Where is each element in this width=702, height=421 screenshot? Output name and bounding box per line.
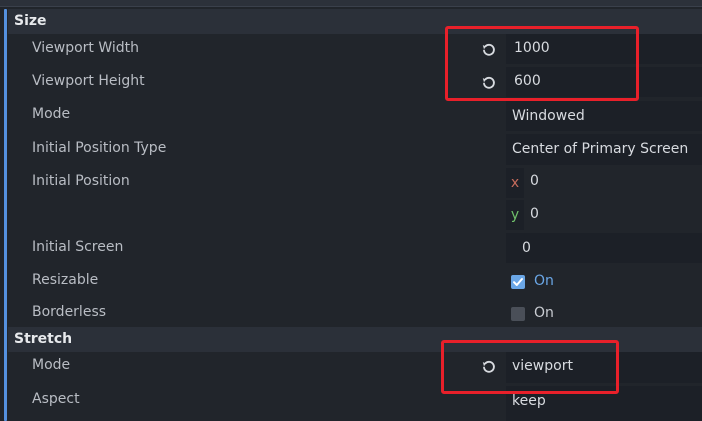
initial-screen-input[interactable]: 0 [506,233,702,263]
viewport-height-input[interactable]: 600 [506,67,702,97]
initial-position-y-axis: y [506,200,524,230]
section-title-stretch: Stretch [14,331,73,347]
viewport-width-label: Viewport Width [32,40,140,56]
row-stretch-mode: Mode viewport [8,352,702,385]
borderless-label: Borderless [32,304,107,320]
stretch-aspect-value: keep [512,393,546,409]
row-initial-position: Initial Position x 0 y 0 [8,166,702,232]
row-resizable: Resizable On [8,265,702,298]
borderless-checkbox[interactable] [511,307,525,321]
initial-position-x-axis: x [506,168,524,198]
window-mode-select[interactable]: Windowed [506,101,702,131]
stretch-mode-select[interactable]: viewport [506,352,702,383]
stretch-mode-value: viewport [512,358,573,374]
reset-arrow-icon[interactable] [481,42,497,58]
viewport-height-value: 600 [514,73,541,89]
row-viewport-height: Viewport Height 600 [8,67,702,100]
initial-position-x-input[interactable]: 0 [530,173,539,189]
resizable-checkbox[interactable] [511,275,525,289]
reset-arrow-icon[interactable] [481,75,497,91]
y-axis-label: y [510,207,520,223]
initial-position-y-input[interactable]: 0 [530,206,539,222]
section-header-stretch[interactable]: Stretch [8,327,702,352]
section-header-size[interactable]: Size [8,9,702,34]
initial-position-label: Initial Position [32,173,130,189]
window-mode-value: Windowed [512,108,585,124]
resizable-value[interactable]: On [534,273,554,289]
checkmark-icon [513,278,523,286]
stretch-mode-label: Mode [32,357,71,373]
initial-screen-label: Initial Screen [32,239,124,255]
x-axis-label: x [510,175,520,191]
row-borderless: Borderless On [8,298,702,327]
initial-position-type-select[interactable]: Center of Primary Screen [506,134,702,165]
reset-arrow-icon[interactable] [481,359,497,375]
top-strip [0,0,702,7]
borderless-value[interactable]: On [534,305,554,321]
initial-position-type-value: Center of Primary Screen [512,141,689,157]
resizable-label: Resizable [32,272,99,288]
row-viewport-width: Viewport Width 1000 [8,34,702,67]
row-stretch-aspect: Aspect keep [8,385,702,421]
row-window-mode: Mode Windowed [8,100,702,133]
row-initial-screen: Initial Screen 0 [8,232,702,265]
stretch-aspect-select[interactable]: keep [506,386,702,421]
inspector-window: Size Viewport Width 1000 Viewport Height… [0,0,702,421]
selection-rail [4,9,7,421]
window-mode-label: Mode [32,106,71,122]
row-initial-position-type: Initial Position Type Center of Primary … [8,133,702,166]
stretch-aspect-label: Aspect [32,391,80,407]
section-title-size: Size [14,13,47,29]
viewport-width-value: 1000 [514,40,550,56]
viewport-height-label: Viewport Height [32,73,145,89]
initial-position-type-label: Initial Position Type [32,140,167,156]
initial-screen-value: 0 [522,240,531,256]
viewport-width-input[interactable]: 1000 [506,34,702,64]
